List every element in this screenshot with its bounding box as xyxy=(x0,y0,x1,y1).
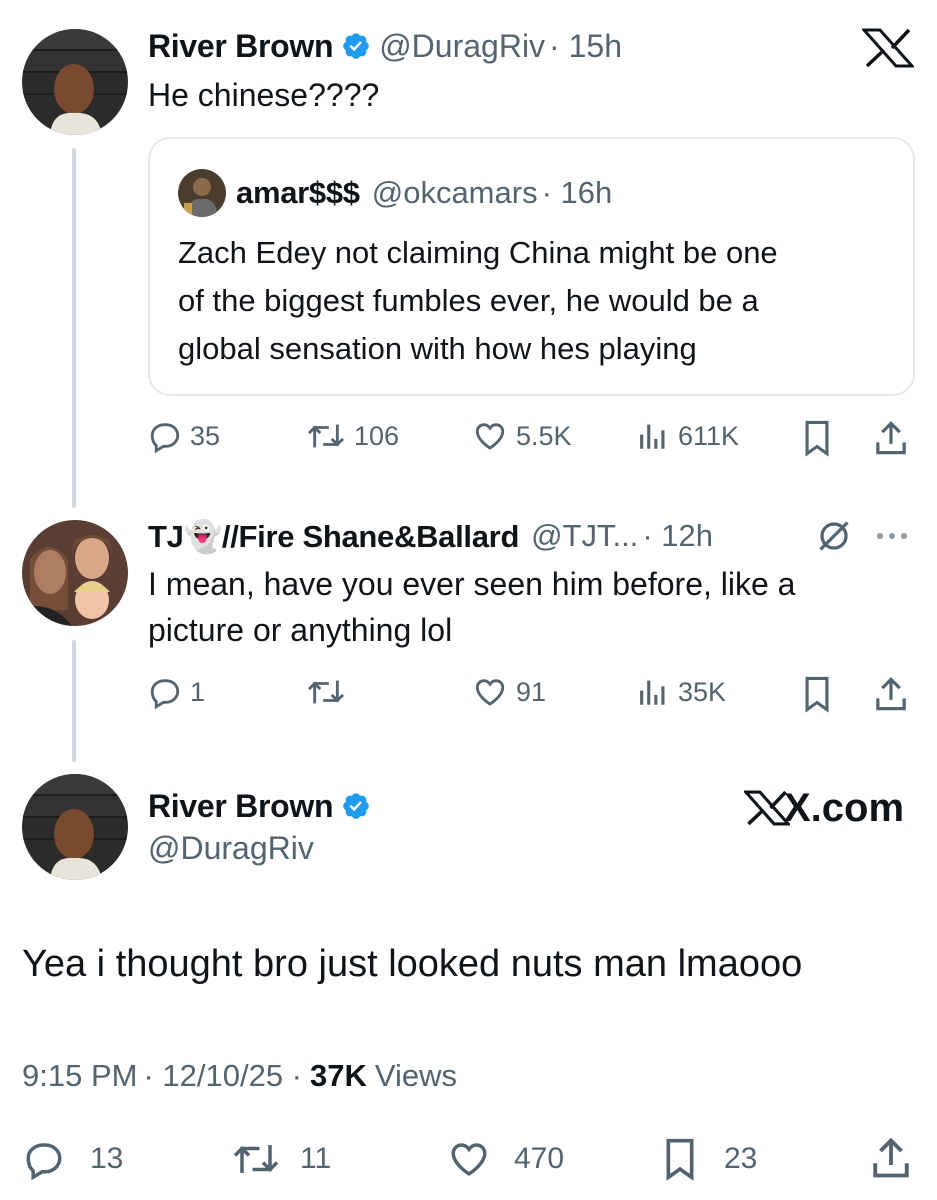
quoted-author-name[interactable]: amar$$$ xyxy=(236,175,360,211)
tweet-time[interactable]: 9:15 PM xyxy=(22,1058,137,1094)
views-count: 37K xyxy=(310,1058,367,1093)
tweet-text: He chinese???? xyxy=(148,77,380,113)
views-icon xyxy=(640,424,665,449)
quoted-tweet-time[interactable]: · 16h xyxy=(542,175,613,211)
grok-icon[interactable] xyxy=(816,518,852,554)
repost-button[interactable]: 106 xyxy=(306,419,399,453)
views-label: Views xyxy=(374,1058,458,1093)
tweet-meta: 9:15 PM · 12/10/25 · 37K Views xyxy=(22,1058,457,1094)
views-icon xyxy=(640,680,665,705)
avatar-amar[interactable] xyxy=(178,169,226,217)
more-icon[interactable] xyxy=(874,530,910,542)
bookmark-icon xyxy=(805,676,829,713)
reply-button[interactable]: 13 xyxy=(22,1138,123,1180)
author-name[interactable]: River Brown xyxy=(148,28,333,65)
avatar-river-brown[interactable] xyxy=(22,29,128,135)
share-button[interactable] xyxy=(873,675,909,713)
like-button[interactable]: 470 xyxy=(446,1138,564,1180)
repost-icon xyxy=(307,424,345,448)
like-icon xyxy=(475,679,505,706)
author-handle[interactable]: @TJT... xyxy=(531,518,638,554)
author-name[interactable]: River Brown xyxy=(148,788,333,825)
x-logo-icon[interactable] xyxy=(862,28,914,68)
reply-icon xyxy=(26,1143,62,1180)
views-button[interactable]: 611K xyxy=(636,419,739,453)
bookmark-icon xyxy=(805,420,829,457)
tweet-date[interactable]: · 12/10/25 · xyxy=(143,1058,302,1094)
author-name[interactable]: TJ👻//Fire Shane&Ballard xyxy=(148,518,519,555)
like-button[interactable]: 91 xyxy=(472,675,546,709)
bookmark-button[interactable] xyxy=(800,675,834,713)
bookmark-button[interactable]: 23 xyxy=(660,1136,757,1182)
tweet-text: I mean, have you ever seen him before, l… xyxy=(148,566,796,648)
repost-icon xyxy=(233,1145,279,1173)
like-icon xyxy=(451,1143,487,1176)
share-icon xyxy=(873,1137,909,1178)
views-button[interactable]: 35K xyxy=(636,675,726,709)
reply-icon xyxy=(150,679,180,709)
share-button[interactable] xyxy=(870,1134,912,1182)
quoted-author-handle[interactable]: @okcamars xyxy=(372,175,538,211)
repost-button[interactable] xyxy=(306,675,354,709)
thread-line xyxy=(72,640,76,762)
like-button[interactable]: 5.5K xyxy=(472,419,572,453)
repost-icon xyxy=(307,680,345,704)
tweet-text: Yea i thought bro just looked nuts man l… xyxy=(22,943,803,985)
repost-button[interactable]: 11 xyxy=(230,1138,331,1180)
verified-icon xyxy=(343,33,369,59)
reply-icon xyxy=(150,423,180,453)
tweet-time[interactable]: · 15h xyxy=(549,28,622,65)
verified-icon xyxy=(343,793,369,819)
bookmark-icon xyxy=(666,1138,694,1181)
reply-button[interactable]: 35 xyxy=(148,419,220,453)
thread-line xyxy=(72,148,76,508)
quoted-tweet-card[interactable]: amar$$$ @okcamars · 16h Zach Edey not cl… xyxy=(148,137,915,396)
author-handle[interactable]: @DuragRiv xyxy=(379,28,545,65)
author-handle[interactable]: @DuragRiv xyxy=(148,830,314,867)
x-com-brand: X.com xyxy=(744,786,904,830)
avatar-river-brown[interactable] xyxy=(22,774,128,880)
tweet-time[interactable]: · 12h xyxy=(642,518,713,554)
share-icon xyxy=(876,677,906,711)
like-icon xyxy=(475,423,505,450)
share-button[interactable] xyxy=(873,419,909,457)
quoted-tweet-text: Zach Edey not claiming China might be on… xyxy=(178,235,778,366)
avatar-tj[interactable] xyxy=(22,520,128,626)
bookmark-button[interactable] xyxy=(800,419,834,457)
share-icon xyxy=(876,421,906,455)
reply-button[interactable]: 1 xyxy=(148,675,205,709)
